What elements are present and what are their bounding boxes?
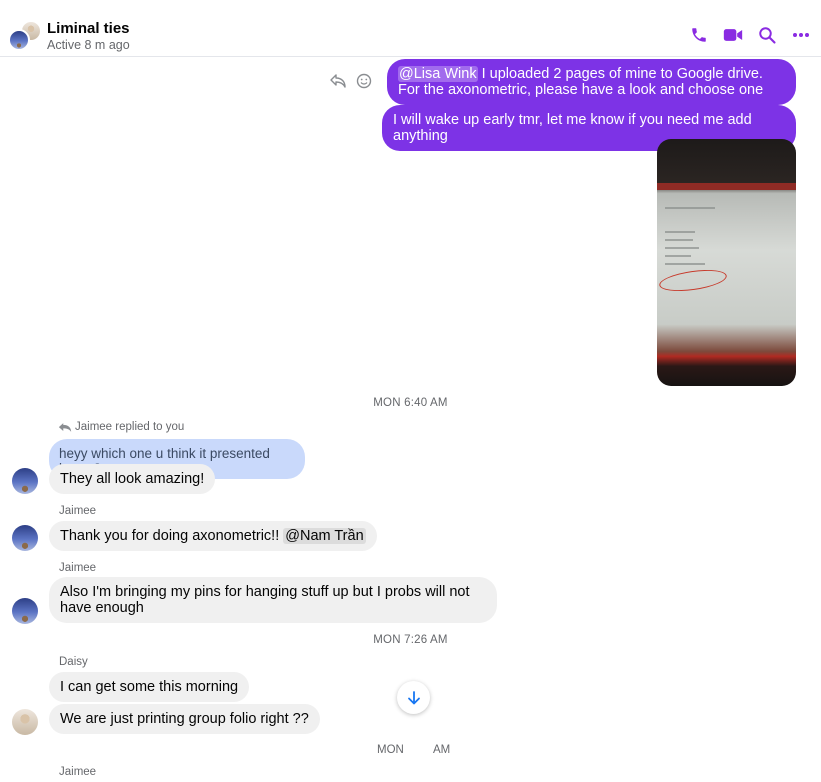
reply-icon[interactable] (330, 74, 346, 93)
avatar[interactable] (12, 525, 38, 551)
photo-detail (657, 183, 796, 190)
highlight-circle (658, 266, 728, 295)
mention-tag[interactable]: @Lisa Wink (398, 66, 478, 82)
sender-name: Jaimee (59, 766, 97, 778)
timestamp-separator-right: AM (433, 744, 451, 756)
incoming-message[interactable]: We are just printing group folio right ?… (49, 704, 320, 734)
reply-indicator: Jaimee replied to you (58, 421, 184, 433)
sender-name: Jaimee (59, 505, 97, 517)
avatar[interactable] (12, 709, 38, 735)
outgoing-message[interactable]: @Lisa Wink I uploaded 2 pages of mine to… (387, 59, 796, 105)
group-avatar[interactable] (8, 20, 42, 52)
incoming-message[interactable]: They all look amazing! (49, 464, 216, 494)
active-status: Active 8 m ago (47, 38, 130, 52)
message-text: I can get some this morning (60, 679, 239, 695)
photo-detail (665, 207, 715, 209)
react-icon[interactable] (356, 73, 372, 94)
incoming-message[interactable]: I can get some this morning (49, 672, 250, 702)
mention-tag[interactable]: @Nam Trần (283, 528, 366, 544)
timestamp-separator-left: MON (377, 744, 404, 756)
timestamp-separator: MON 6:40 AM (373, 397, 448, 409)
chat-title[interactable]: Liminal ties (47, 20, 130, 37)
message-text: Also I'm bringing my pins for hanging st… (60, 584, 470, 616)
chat-header: Liminal ties Active 8 m ago (0, 0, 821, 57)
search-icon[interactable] (757, 24, 777, 46)
photo-attachment[interactable] (657, 139, 796, 386)
member-avatar-night (8, 29, 30, 51)
timestamp-separator: MON 7:26 AM (373, 634, 448, 646)
avatar[interactable] (12, 468, 38, 494)
sender-name: Daisy (59, 656, 88, 668)
message-thread[interactable]: @Lisa Wink I uploaded 2 pages of mine to… (0, 57, 821, 782)
avatar[interactable] (12, 598, 38, 624)
reply-arrow-icon (58, 422, 72, 432)
arrow-down-icon (407, 690, 420, 704)
scroll-to-bottom-button[interactable] (397, 681, 430, 714)
photo-detail (665, 239, 693, 241)
photo-detail (665, 231, 695, 233)
photo-detail (665, 247, 699, 249)
photo-detail (665, 263, 705, 265)
message-text: We are just printing group folio right ?… (60, 711, 309, 727)
more-icon[interactable] (791, 24, 811, 46)
message-text: Thank you for doing axonometric!! (60, 528, 284, 544)
reply-indicator-text: Jaimee replied to you (75, 421, 185, 433)
sender-name: Jaimee (59, 562, 97, 574)
header-actions (689, 24, 811, 46)
video-icon[interactable] (723, 24, 743, 46)
message-actions (330, 73, 372, 94)
incoming-message[interactable]: Also I'm bringing my pins for hanging st… (49, 577, 497, 623)
message-text: They all look amazing! (60, 471, 205, 487)
incoming-message[interactable]: Thank you for doing axonometric!! @Nam T… (49, 521, 377, 551)
photo-detail (665, 255, 691, 257)
phone-icon[interactable] (689, 24, 709, 46)
